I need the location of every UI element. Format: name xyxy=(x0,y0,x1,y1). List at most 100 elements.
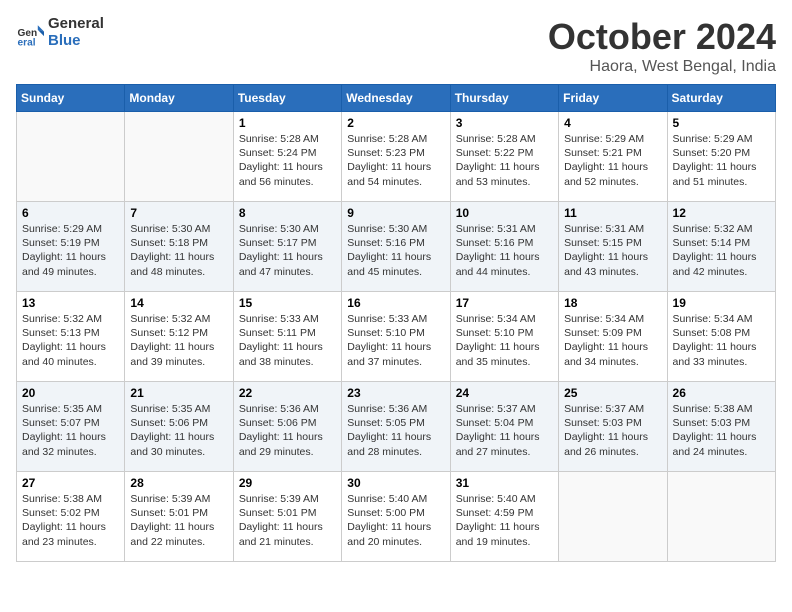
day-number: 11 xyxy=(564,206,661,220)
day-number: 6 xyxy=(22,206,119,220)
day-number: 16 xyxy=(347,296,444,310)
calendar-day: 29 Sunrise: 5:39 AM Sunset: 5:01 PM Dayli… xyxy=(233,472,341,562)
day-number: 2 xyxy=(347,116,444,130)
day-info: Sunrise: 5:30 AM Sunset: 5:18 PM Dayligh… xyxy=(130,222,227,279)
day-number: 13 xyxy=(22,296,119,310)
day-number: 4 xyxy=(564,116,661,130)
calendar-day: 8Sunrise: 5:30 AM Sunset: 5:17 PM Daylig… xyxy=(233,202,341,292)
calendar-empty xyxy=(125,112,233,202)
calendar-day: 14Sunrise: 5:32 AM Sunset: 5:12 PM Dayli… xyxy=(125,292,233,382)
day-info: Sunrise: 5:30 AM Sunset: 5:16 PM Dayligh… xyxy=(347,222,444,279)
calendar-day: 22 Sunrise: 5:36 AM Sunset: 5:06 PM Dayli… xyxy=(233,382,341,472)
day-info: Sunrise: 5:32 AM Sunset: 5:13 PM Dayligh… xyxy=(22,312,119,369)
day-info: Sunrise: 5:36 AM Sunset: 5:06 PM Dayligh… xyxy=(239,402,336,459)
calendar-day: 24Sunrise: 5:37 AM Sunset: 5:04 PM Dayli… xyxy=(450,382,558,472)
logo-line2: Blue xyxy=(48,33,104,50)
header-row: SundayMondayTuesdayWednesdayThursdayFrid… xyxy=(17,85,776,112)
calendar-week-row: 27Sunrise: 5:38 AM Sunset: 5:02 PM Dayli… xyxy=(17,472,776,562)
day-info: Sunrise: 5:39 AM Sunset: 5:01 PM Dayligh… xyxy=(239,492,336,549)
day-number: 8 xyxy=(239,206,336,220)
day-info: Sunrise: 5:31 AM Sunset: 5:16 PM Dayligh… xyxy=(456,222,553,279)
calendar-day: 23 Sunrise: 5:36 AM Sunset: 5:05 PM Dayli… xyxy=(342,382,450,472)
day-info: Sunrise: 5:31 AM Sunset: 5:15 PM Dayligh… xyxy=(564,222,661,279)
day-info: Sunrise: 5:33 AM Sunset: 5:11 PM Dayligh… xyxy=(239,312,336,369)
calendar-day: 9Sunrise: 5:30 AM Sunset: 5:16 PM Daylig… xyxy=(342,202,450,292)
location: Haora, West Bengal, India xyxy=(548,58,776,76)
calendar-week-row: 13 Sunrise: 5:32 AM Sunset: 5:13 PM Dayli… xyxy=(17,292,776,382)
day-number: 15 xyxy=(239,296,336,310)
day-info: Sunrise: 5:28 AM Sunset: 5:22 PM Dayligh… xyxy=(456,132,553,189)
calendar-day: 12 Sunrise: 5:32 AM Sunset: 5:14 PM Dayli… xyxy=(667,202,775,292)
logo-text: General Blue xyxy=(48,16,104,49)
day-info: Sunrise: 5:28 AM Sunset: 5:23 PM Dayligh… xyxy=(347,132,444,189)
header-day: Tuesday xyxy=(233,85,341,112)
day-info: Sunrise: 5:34 AM Sunset: 5:09 PM Dayligh… xyxy=(564,312,661,369)
day-info: Sunrise: 5:34 AM Sunset: 5:10 PM Dayligh… xyxy=(456,312,553,369)
day-info: Sunrise: 5:35 AM Sunset: 5:07 PM Dayligh… xyxy=(22,402,119,459)
day-info: Sunrise: 5:40 AM Sunset: 4:59 PM Dayligh… xyxy=(456,492,553,549)
day-number: 14 xyxy=(130,296,227,310)
logo-line1: General xyxy=(48,16,104,33)
day-number: 1 xyxy=(239,116,336,130)
calendar-header: SundayMondayTuesdayWednesdayThursdayFrid… xyxy=(17,85,776,112)
header-day: Monday xyxy=(125,85,233,112)
calendar-day: 10 Sunrise: 5:31 AM Sunset: 5:16 PM Dayli… xyxy=(450,202,558,292)
calendar-empty xyxy=(559,472,667,562)
calendar-week-row: 20 Sunrise: 5:35 AM Sunset: 5:07 PM Dayli… xyxy=(17,382,776,472)
calendar-day: 26Sunrise: 5:38 AM Sunset: 5:03 PM Dayli… xyxy=(667,382,775,472)
calendar-day: 20 Sunrise: 5:35 AM Sunset: 5:07 PM Dayli… xyxy=(17,382,125,472)
day-info: Sunrise: 5:29 AM Sunset: 5:21 PM Dayligh… xyxy=(564,132,661,189)
calendar-day: 11 Sunrise: 5:31 AM Sunset: 5:15 PM Dayli… xyxy=(559,202,667,292)
calendar-day: 25 Sunrise: 5:37 AM Sunset: 5:03 PM Dayli… xyxy=(559,382,667,472)
calendar-empty xyxy=(17,112,125,202)
calendar-day: 27Sunrise: 5:38 AM Sunset: 5:02 PM Dayli… xyxy=(17,472,125,562)
day-number: 25 xyxy=(564,386,661,400)
day-number: 21 xyxy=(130,386,227,400)
day-info: Sunrise: 5:28 AM Sunset: 5:24 PM Dayligh… xyxy=(239,132,336,189)
header-day: Wednesday xyxy=(342,85,450,112)
day-number: 12 xyxy=(673,206,770,220)
day-info: Sunrise: 5:38 AM Sunset: 5:02 PM Dayligh… xyxy=(22,492,119,549)
calendar-day: 19Sunrise: 5:34 AM Sunset: 5:08 PM Dayli… xyxy=(667,292,775,382)
title-block: October 2024 Haora, West Bengal, India xyxy=(548,16,776,76)
day-info: Sunrise: 5:37 AM Sunset: 5:03 PM Dayligh… xyxy=(564,402,661,459)
calendar-day: 5Sunrise: 5:29 AM Sunset: 5:20 PM Daylig… xyxy=(667,112,775,202)
svg-text:eral: eral xyxy=(18,37,36,47)
calendar-day: 21 Sunrise: 5:35 AM Sunset: 5:06 PM Dayli… xyxy=(125,382,233,472)
day-number: 18 xyxy=(564,296,661,310)
header-day: Sunday xyxy=(17,85,125,112)
calendar-empty xyxy=(667,472,775,562)
header-day: Thursday xyxy=(450,85,558,112)
logo-icon: Gen eral xyxy=(16,19,44,47)
day-info: Sunrise: 5:40 AM Sunset: 5:00 PM Dayligh… xyxy=(347,492,444,549)
day-info: Sunrise: 5:35 AM Sunset: 5:06 PM Dayligh… xyxy=(130,402,227,459)
header-day: Saturday xyxy=(667,85,775,112)
header-day: Friday xyxy=(559,85,667,112)
day-number: 28 xyxy=(130,476,227,490)
day-number: 31 xyxy=(456,476,553,490)
calendar-day: 6 Sunrise: 5:29 AM Sunset: 5:19 PM Daylig… xyxy=(17,202,125,292)
day-info: Sunrise: 5:29 AM Sunset: 5:19 PM Dayligh… xyxy=(22,222,119,279)
day-info: Sunrise: 5:36 AM Sunset: 5:05 PM Dayligh… xyxy=(347,402,444,459)
calendar-day: 28Sunrise: 5:39 AM Sunset: 5:01 PM Dayli… xyxy=(125,472,233,562)
page-header: Gen eral General Blue October 2024 Haora… xyxy=(16,16,776,76)
day-number: 19 xyxy=(673,296,770,310)
day-number: 23 xyxy=(347,386,444,400)
calendar-day: 31 Sunrise: 5:40 AM Sunset: 4:59 PM Dayli… xyxy=(450,472,558,562)
calendar-day: 30Sunrise: 5:40 AM Sunset: 5:00 PM Dayli… xyxy=(342,472,450,562)
calendar-body: 1 Sunrise: 5:28 AM Sunset: 5:24 PM Daylig… xyxy=(17,112,776,562)
calendar-day: 2 Sunrise: 5:28 AM Sunset: 5:23 PM Daylig… xyxy=(342,112,450,202)
calendar-day: 3Sunrise: 5:28 AM Sunset: 5:22 PM Daylig… xyxy=(450,112,558,202)
day-info: Sunrise: 5:29 AM Sunset: 5:20 PM Dayligh… xyxy=(673,132,770,189)
calendar-day: 15 Sunrise: 5:33 AM Sunset: 5:11 PM Dayli… xyxy=(233,292,341,382)
day-number: 24 xyxy=(456,386,553,400)
day-number: 20 xyxy=(22,386,119,400)
day-number: 29 xyxy=(239,476,336,490)
calendar-table: SundayMondayTuesdayWednesdayThursdayFrid… xyxy=(16,84,776,562)
calendar-day: 4 Sunrise: 5:29 AM Sunset: 5:21 PM Daylig… xyxy=(559,112,667,202)
day-number: 10 xyxy=(456,206,553,220)
day-number: 22 xyxy=(239,386,336,400)
calendar-week-row: 6 Sunrise: 5:29 AM Sunset: 5:19 PM Daylig… xyxy=(17,202,776,292)
calendar-day: 16Sunrise: 5:33 AM Sunset: 5:10 PM Dayli… xyxy=(342,292,450,382)
day-info: Sunrise: 5:32 AM Sunset: 5:14 PM Dayligh… xyxy=(673,222,770,279)
